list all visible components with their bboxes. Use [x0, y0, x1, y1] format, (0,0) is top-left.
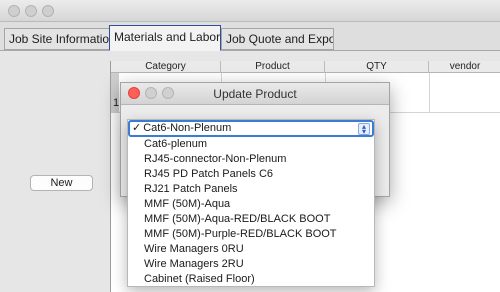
option-rj21-patch-panels[interactable]: RJ21 Patch Panels — [128, 182, 374, 197]
option-mmf-purple-red-black-boot[interactable]: MMF (50M)-Purple-RED/BLACK BOOT — [128, 227, 374, 242]
column-header-qty[interactable]: QTY — [325, 61, 429, 73]
option-wire-managers-2ru[interactable]: Wire Managers 2RU — [128, 257, 374, 272]
window-title-bar — [0, 0, 500, 22]
dialog-title-bar: Update Product — [121, 83, 389, 105]
tab-materials-and-labor[interactable]: Materials and Labor — [109, 25, 221, 51]
column-header-product[interactable]: Product — [221, 61, 325, 73]
option-rj45-pd-patch-panels-c6[interactable]: RJ45 PD Patch Panels C6 — [128, 167, 374, 182]
option-mmf-aqua[interactable]: MMF (50M)-Aqua — [128, 197, 374, 212]
chevron-updown-icon[interactable]: ▴ ▾ — [358, 123, 370, 136]
option-cabinet-raised-floor[interactable]: Cabinet (Raised Floor) — [128, 272, 374, 287]
dialog-title: Update Product — [213, 87, 297, 101]
tab-strip: Job Site Information Materials and Labor… — [0, 22, 500, 52]
checkmark-icon: ✓ — [132, 122, 142, 134]
table-header: Category Product QTY vendor — [111, 61, 500, 73]
option-mmf-aqua-red-black-boot[interactable]: MMF (50M)-Aqua-RED/BLACK BOOT — [128, 212, 374, 227]
product-dropdown-list[interactable]: ✓ Cat6-Non-Plenum ▴ ▾ Cat6-plenum RJ45-con… — [127, 119, 375, 287]
dialog-minimize-icon[interactable] — [145, 87, 157, 99]
new-button[interactable]: New — [30, 175, 93, 191]
option-cat6-non-plenum[interactable]: ✓ Cat6-Non-Plenum ▴ ▾ — [128, 120, 374, 137]
column-divider — [429, 73, 430, 113]
tab-job-site-information[interactable]: Job Site Information — [4, 28, 110, 50]
minimize-window-icon[interactable] — [25, 5, 37, 17]
column-header-vendor[interactable]: vendor — [429, 61, 500, 73]
option-rj45-connector-non-plenum[interactable]: RJ45-connector-Non-Plenum — [128, 152, 374, 167]
option-label: Cat6-Non-Plenum — [143, 122, 232, 134]
close-window-icon[interactable] — [8, 5, 20, 17]
row-number: 1 — [113, 97, 120, 109]
option-wire-managers-0ru[interactable]: Wire Managers 0RU — [128, 242, 374, 257]
tab-job-quote-and-export[interactable]: Job Quote and Export — [221, 28, 334, 50]
zoom-window-icon[interactable] — [42, 5, 54, 17]
column-header-category[interactable]: Category — [111, 61, 221, 73]
option-cat6-plenum[interactable]: Cat6-plenum — [128, 137, 374, 152]
dialog-close-icon[interactable] — [128, 87, 140, 99]
dialog-zoom-icon[interactable] — [162, 87, 174, 99]
